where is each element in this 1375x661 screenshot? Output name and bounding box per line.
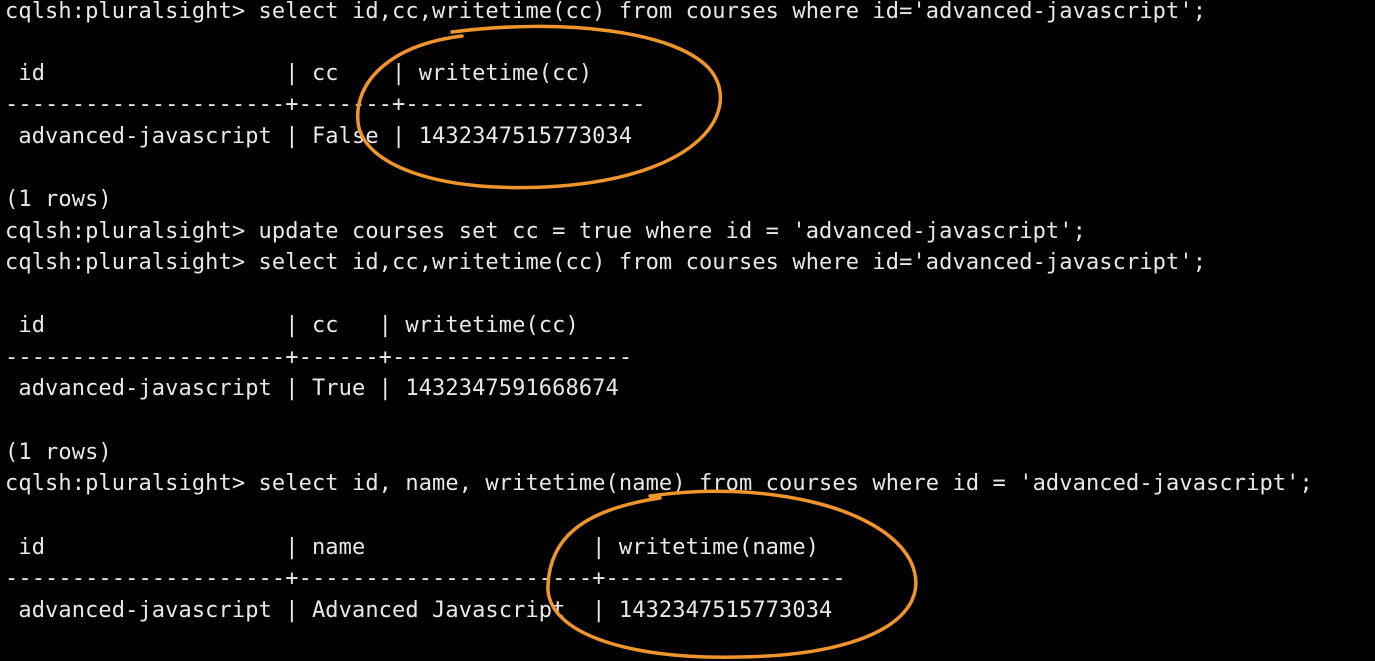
- table-separator-3: ---------------------+------------------…: [5, 566, 846, 591]
- table-row-3: advanced-javascript | Advanced Javascrip…: [5, 598, 833, 623]
- table-separator-1: ---------------------+-------+----------…: [5, 92, 646, 117]
- table-separator-2: ---------------------+------+-----------…: [5, 345, 633, 370]
- table-header-3: id | name | writetime(name): [5, 535, 820, 560]
- prompt-line-select-cc-2: cqlsh:pluralsight> select id,cc,writetim…: [5, 250, 1207, 275]
- table-header-2: id | cc | writetime(cc): [5, 313, 579, 338]
- row-count-1: (1 rows): [5, 187, 112, 212]
- prompt-line-select-cc: cqlsh:pluralsight> select id,cc,writetim…: [5, 0, 1207, 24]
- table-row-2: advanced-javascript | True | 14323475916…: [5, 376, 619, 401]
- prompt-line-select-name: cqlsh:pluralsight> select id, name, writ…: [5, 471, 1313, 496]
- terminal-window[interactable]: cqlsh:pluralsight> select id,cc,writetim…: [0, 0, 1375, 661]
- row-count-2: (1 rows): [5, 440, 112, 465]
- table-header-1: id | cc | writetime(cc): [5, 61, 593, 86]
- table-row-1: advanced-javascript | False | 1432347515…: [5, 124, 633, 149]
- prompt-line-update: cqlsh:pluralsight> update courses set cc…: [5, 219, 1086, 244]
